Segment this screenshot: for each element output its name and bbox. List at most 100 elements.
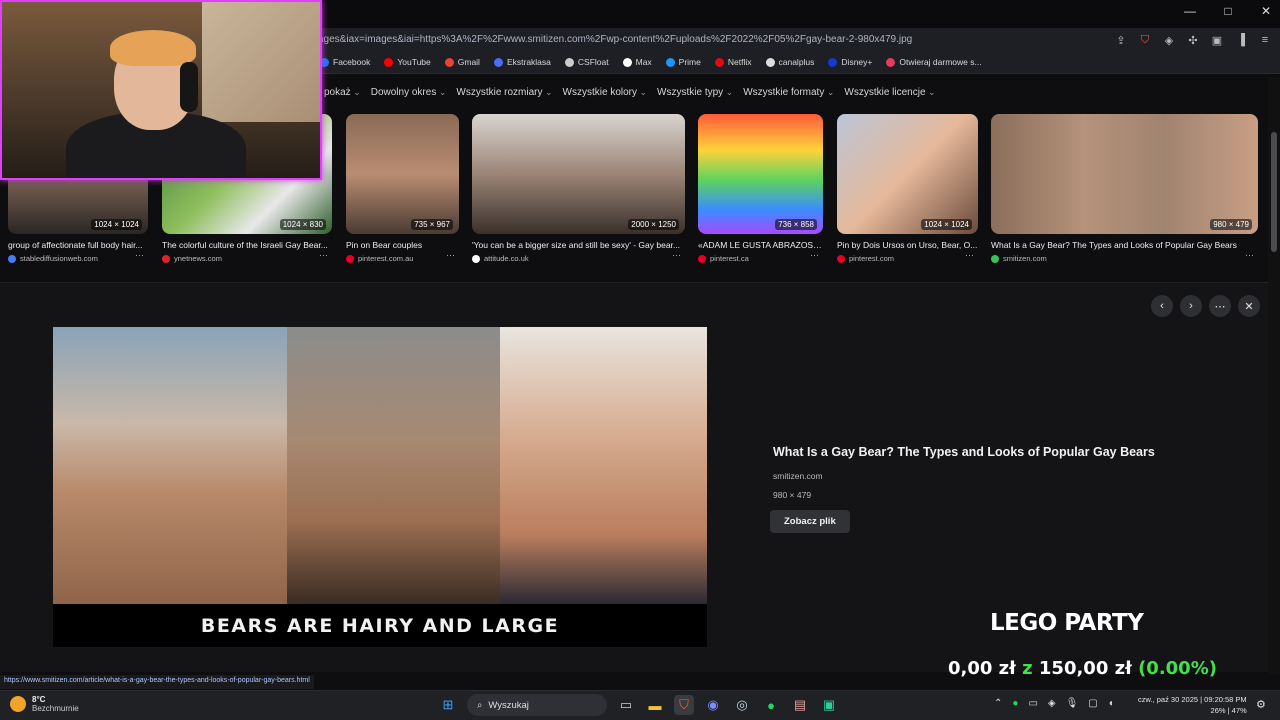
chevron-up-icon[interactable]: ⌃ — [994, 698, 1002, 709]
battery-tray-icon[interactable]: ▭ — [1028, 698, 1037, 709]
result-source[interactable]: stablediffusionweb.com — [8, 254, 148, 263]
result-caption[interactable]: Pin by Dois Ursos on Urso, Bear, O... — [837, 240, 978, 250]
more-options-button[interactable]: ⋯ — [1209, 295, 1231, 317]
weather-widget[interactable]: 8°C Bezchmurnie — [10, 695, 79, 713]
overlay-goal: 150,00 zł — [1038, 658, 1132, 679]
bookmark-item[interactable]: CSFloat — [564, 57, 609, 67]
image-result[interactable]: 980 × 479 What Is a Gay Bear? The Types a… — [991, 114, 1258, 263]
result-source-label: pinterest.ca — [710, 254, 749, 263]
bookmark-item[interactable]: Max — [622, 57, 652, 67]
result-source[interactable]: smitizen.com — [991, 254, 1258, 263]
bookmark-favicon-icon — [384, 57, 394, 67]
bookmark-label: Facebook — [333, 57, 371, 67]
photos-icon[interactable]: ▤ — [790, 695, 810, 715]
app-icon[interactable]: ▣ — [819, 695, 839, 715]
page-scrollbar[interactable] — [1268, 78, 1280, 674]
next-image-button[interactable]: › — [1180, 295, 1202, 317]
preview-title[interactable]: What Is a Gay Bear? The Types and Looks … — [773, 445, 1155, 459]
notification-icon[interactable]: ⚙ — [1256, 698, 1266, 711]
filter-dropdown[interactable]: Wszystkie typy — [657, 87, 733, 98]
preview-photo — [53, 327, 707, 604]
url-field[interactable]: ages&iax=images&iai=https%3A%2F%2Fwww.sm… — [318, 34, 912, 45]
result-source[interactable]: pinterest.com.au — [346, 254, 459, 263]
clock[interactable]: czw., paź 30 2025 | 09:20:58 PM 26% | 47… — [1138, 694, 1247, 716]
result-source[interactable]: pinterest.ca — [698, 254, 823, 263]
result-source-label: pinterest.com — [849, 254, 895, 263]
system-tray: ⌃ ● ▭ ◈ 🎙︎ ▢ ◖ — [994, 698, 1114, 709]
filter-dropdown[interactable]: Wszystkie kolory — [563, 87, 648, 98]
more-icon[interactable]: ⋯ — [672, 250, 681, 261]
taskbar-search[interactable]: ⌕ Wyszukaj — [467, 694, 607, 716]
minimize-button[interactable]: — — [1182, 4, 1198, 18]
shield-tray-icon[interactable]: ◈ — [1048, 698, 1056, 709]
preview-image[interactable]: BEARS ARE HAIRY AND LARGE — [53, 327, 707, 647]
close-window-button[interactable]: ✕ — [1258, 4, 1274, 18]
brave-browser-icon[interactable]: ⛉ — [674, 695, 694, 715]
site-favicon-icon — [346, 254, 354, 263]
prev-image-button[interactable]: ‹ — [1151, 295, 1173, 317]
spotify-icon[interactable]: ● — [761, 695, 781, 715]
menu-icon[interactable]: ≡ — [1258, 33, 1272, 47]
image-result[interactable]: 1024 × 1024 Pin by Dois Ursos on Urso, Be… — [837, 114, 978, 263]
extensions-icon[interactable]: ◈ — [1162, 33, 1176, 47]
image-result[interactable]: 735 × 967 Pin on Bear couples pinterest.co… — [346, 114, 459, 263]
bookmark-item[interactable]: canalplus — [765, 57, 814, 67]
close-preview-button[interactable]: ✕ — [1238, 295, 1260, 317]
brave-shield-icon[interactable]: ⛉ — [1138, 33, 1152, 47]
result-dimensions: 980 × 479 — [1210, 219, 1252, 230]
result-thumbnail[interactable]: 2000 × 1250 — [472, 114, 685, 234]
start-icon[interactable]: ⊞ — [438, 695, 458, 715]
puzzle-icon[interactable]: ✣ — [1186, 33, 1200, 47]
discord-icon[interactable]: ◉ — [703, 695, 723, 715]
preview-site[interactable]: smitizen.com — [773, 471, 1155, 481]
bookmark-item[interactable]: YouTube — [384, 57, 431, 67]
filter-dropdown[interactable]: Dowolny okres — [371, 87, 447, 98]
more-icon[interactable]: ⋯ — [965, 250, 974, 261]
more-icon[interactable]: ⋯ — [135, 250, 144, 261]
result-caption[interactable]: What Is a Gay Bear? The Types and Looks … — [991, 240, 1258, 250]
wallet-icon[interactable]: ▣ — [1210, 33, 1224, 47]
result-caption[interactable]: «ADAM LE GUSTA ABRAZOS -... — [698, 240, 823, 250]
volume-icon[interactable]: ◖ — [1108, 698, 1114, 709]
result-thumbnail[interactable]: 735 × 967 — [346, 114, 459, 234]
result-caption[interactable]: The colorful culture of the Israeli Gay … — [162, 240, 332, 250]
bookmark-item[interactable]: Facebook — [320, 57, 370, 67]
bookmark-item[interactable]: Netflix — [714, 57, 752, 67]
bookmark-item[interactable]: Disney+ — [828, 57, 872, 67]
filter-dropdown[interactable]: Wszystkie licencje — [844, 87, 935, 98]
filter-dropdown[interactable]: Wszystkie formaty — [743, 87, 834, 98]
result-thumbnail[interactable]: 1024 × 1024 — [837, 114, 978, 234]
result-thumbnail[interactable]: 736 × 858 — [698, 114, 823, 234]
result-thumbnail[interactable]: 980 × 479 — [991, 114, 1258, 234]
result-source[interactable]: ynetnews.com — [162, 254, 332, 263]
image-result[interactable]: 2000 × 1250 'You can be a bigger size and… — [472, 114, 685, 263]
file-explorer-icon[interactable]: ▬ — [645, 695, 665, 715]
microphone-icon[interactable]: 🎙︎ — [1066, 698, 1079, 709]
bookmark-item[interactable]: Otwieraj darmowe s... — [886, 57, 982, 67]
result-source[interactable]: pinterest.com — [837, 254, 978, 263]
bookmark-item[interactable]: Gmail — [444, 57, 480, 67]
filter-dropdown[interactable]: pokaż — [324, 87, 361, 98]
more-icon[interactable]: ⋯ — [810, 250, 819, 261]
result-caption[interactable]: group of affectionate full body hair... — [8, 240, 148, 250]
filter-dropdown[interactable]: Wszystkie rozmiary — [456, 87, 552, 98]
bookmark-favicon-icon — [493, 57, 503, 67]
view-file-button[interactable]: Zobacz plik — [770, 510, 850, 533]
maximize-button[interactable]: □ — [1220, 4, 1236, 18]
network-icon[interactable]: ▢ — [1088, 698, 1097, 709]
share-icon[interactable]: ⇪ — [1114, 33, 1128, 47]
result-caption[interactable]: 'You can be a bigger size and still be s… — [472, 240, 685, 250]
more-icon[interactable]: ⋯ — [1245, 250, 1254, 261]
image-result[interactable]: 736 × 858 «ADAM LE GUSTA ABRAZOS -... pint… — [698, 114, 823, 263]
task-view-icon[interactable]: ▭ — [616, 695, 636, 715]
sidebar-icon[interactable]: ▐ — [1234, 33, 1248, 47]
more-icon[interactable]: ⋯ — [319, 250, 328, 261]
result-source[interactable]: attitude.co.uk — [472, 254, 685, 263]
scrollbar-thumb[interactable] — [1271, 132, 1277, 252]
bookmark-item[interactable]: Prime — [665, 57, 701, 67]
spotify-tray-icon[interactable]: ● — [1012, 698, 1018, 709]
bookmark-item[interactable]: Ekstraklasa — [493, 57, 551, 67]
result-caption[interactable]: Pin on Bear couples — [346, 240, 459, 250]
steam-icon[interactable]: ◎ — [732, 695, 752, 715]
more-icon[interactable]: ⋯ — [446, 250, 455, 261]
